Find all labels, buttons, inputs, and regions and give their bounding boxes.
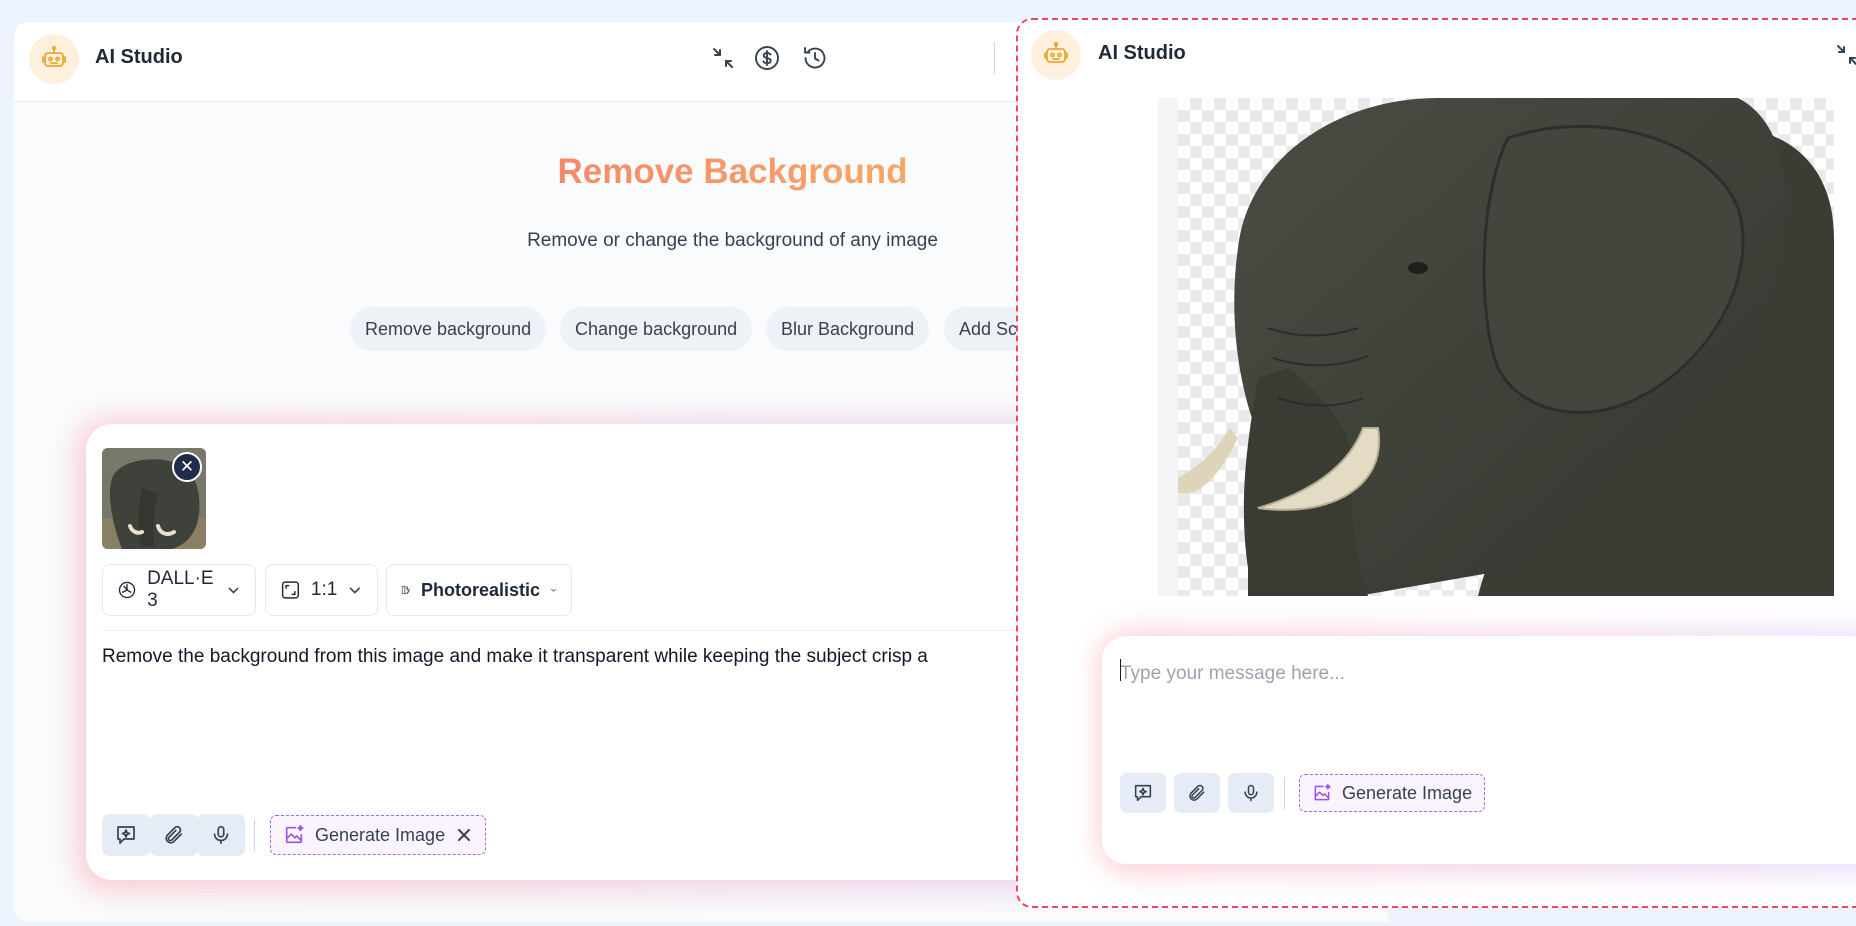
ratio-select-value: 1:1 [310, 579, 338, 600]
generate-image-toggle[interactable]: Generate Image [270, 815, 487, 855]
prompt-enhance-icon [117, 826, 135, 844]
chip-blur-background[interactable]: Blur Background [766, 307, 930, 351]
prompt-enhance-button[interactable] [1120, 773, 1166, 813]
close-icon[interactable] [455, 826, 473, 844]
popout-header: AI Studio [1018, 20, 1856, 96]
history-icon[interactable] [798, 41, 832, 75]
robot-icon[interactable] [1031, 30, 1081, 80]
message-input[interactable] [1120, 654, 1856, 694]
robot-icon[interactable] [29, 34, 79, 84]
chevron-down-icon [228, 587, 239, 594]
palette-icon [401, 585, 410, 595]
chevron-down-icon [350, 587, 361, 594]
image-sparkle-icon [285, 825, 304, 844]
model-select[interactable]: DALL·E 3 [102, 564, 256, 616]
remove-attachment-button[interactable]: ✕ [172, 452, 202, 482]
style-select[interactable]: Photorealistic [386, 564, 572, 616]
generate-image-button[interactable]: Generate Image [1299, 774, 1486, 812]
elephant-image [1178, 98, 1834, 596]
voice-button[interactable] [1228, 773, 1274, 813]
paperclip-icon [1189, 784, 1205, 801]
style-select-value: Photorealistic [421, 579, 541, 600]
generate-image-label: Generate Image [315, 824, 446, 845]
attach-button[interactable] [150, 814, 198, 856]
chip-change-background[interactable]: Change background [560, 307, 753, 351]
openai-icon [118, 581, 136, 599]
chevron-down-icon [551, 588, 556, 592]
app-title: AI Studio [95, 46, 183, 68]
collapse-icon[interactable] [1830, 38, 1856, 72]
voice-button[interactable] [197, 814, 245, 856]
text-caret [1120, 659, 1121, 681]
prompt-input[interactable]: Remove the background from this image an… [102, 646, 928, 668]
model-select-value: DALL·E 3 [147, 568, 214, 611]
header-divider [994, 42, 995, 74]
collapse-icon[interactable] [706, 41, 740, 75]
ratio-select[interactable]: 1:1 [265, 564, 378, 616]
microphone-icon [213, 825, 229, 845]
paperclip-icon [165, 825, 183, 844]
toolbar-divider [254, 819, 255, 851]
microphone-icon [1244, 784, 1258, 802]
image-sparkle-icon [1314, 783, 1331, 801]
attach-button[interactable] [1174, 773, 1220, 813]
message-composer: Generate Image [1102, 636, 1856, 864]
dollar-coin-icon[interactable] [750, 41, 784, 75]
app-title: AI Studio [1098, 42, 1186, 64]
aspect-ratio-icon [281, 581, 300, 599]
result-image [1158, 98, 1834, 596]
prompt-enhance-icon [1134, 784, 1152, 802]
prompt-enhance-button[interactable] [102, 814, 150, 856]
generate-image-label: Generate Image [1342, 782, 1473, 803]
toolbar-divider [1284, 777, 1285, 809]
chip-remove-background[interactable]: Remove background [350, 307, 547, 351]
popout-panel: AI Studio Type your message here... Gene… [1016, 18, 1856, 908]
